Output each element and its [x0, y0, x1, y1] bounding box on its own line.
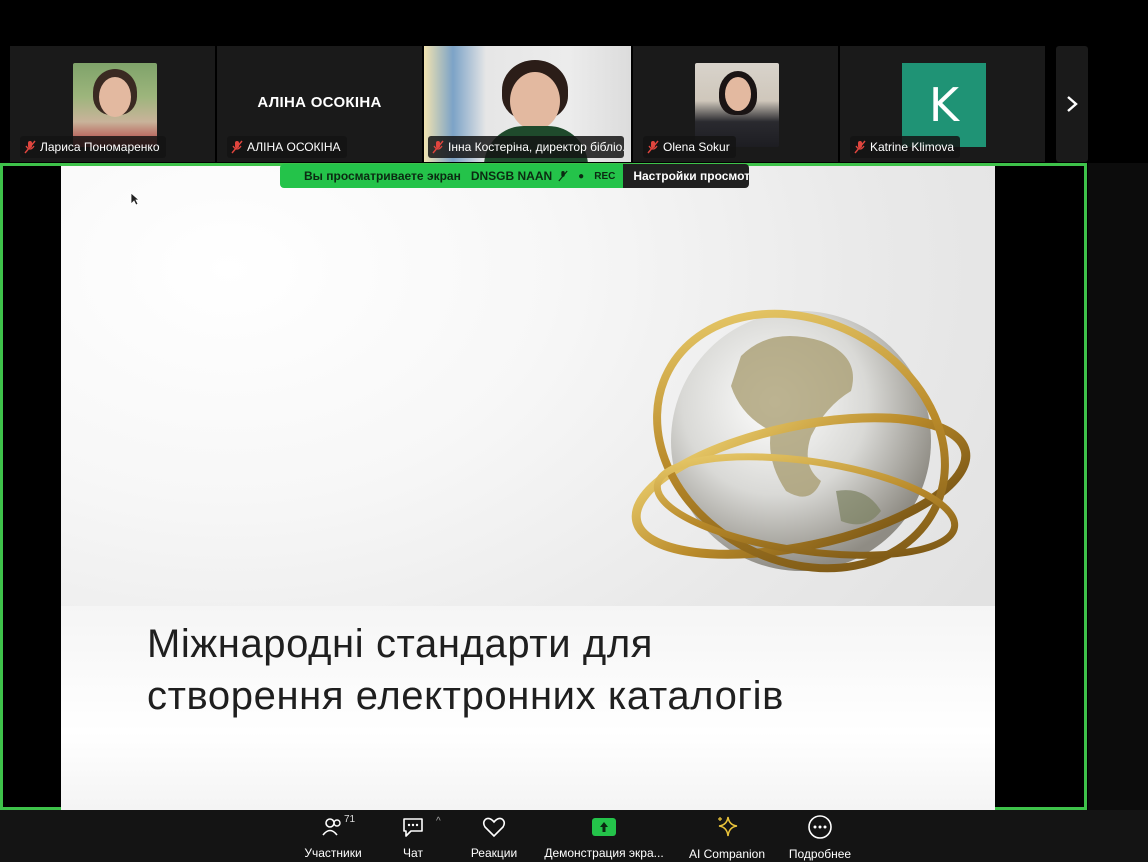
participant-name-bar: Інна Костеріна, директор бібліо... [428, 136, 624, 158]
participants-button[interactable]: 71 Участники [300, 814, 366, 860]
share-screen-label: Демонстрация экра... [544, 846, 664, 860]
globe-illustration [631, 309, 971, 573]
next-page-button[interactable] [1056, 46, 1088, 162]
reactions-button[interactable]: Реакции [466, 814, 522, 860]
view-options-label: Настройки просмотра [633, 169, 750, 183]
participant-name-bar: Katrine Klimova [850, 136, 961, 158]
share-screen-button[interactable]: Демонстрация экра... [542, 814, 666, 860]
participant-name: Лариса Пономаренко [40, 140, 160, 154]
more-icon [808, 815, 832, 839]
participant-display-name: АЛІНА ОСОКІНА [257, 94, 382, 111]
participant-tile[interactable]: Olena Sokur [633, 46, 838, 162]
participants-icon [322, 817, 341, 836]
participant-strip: Лариса Пономаренко АЛІНА ОСОКІНА АЛІНА О… [0, 44, 1148, 162]
participant-name-bar: Лариса Пономаренко [20, 136, 166, 158]
muted-mic-icon [432, 140, 444, 154]
participant-photo [73, 63, 157, 147]
muted-mic-icon [231, 140, 243, 154]
muted-mic-icon [647, 140, 659, 154]
screen-share-banner: Вы просматриваете экран DNSGB NAAN ● REC… [280, 164, 750, 188]
slide-title-line: Міжнародні стандарти для [147, 622, 654, 666]
participant-name: Olena Sokur [663, 140, 730, 154]
chevron-up-icon[interactable]: ^ [436, 816, 441, 827]
chevron-right-icon [1067, 96, 1078, 112]
mouse-cursor-icon [130, 192, 140, 206]
meeting-toolbar: 71 Участники Чат ^ Реакции Демонстрация … [0, 810, 1148, 862]
participant-name-bar: Olena Sokur [643, 136, 736, 158]
ai-companion-label: AI Companion [688, 847, 766, 861]
participant-tile[interactable]: K Katrine Klimova [840, 46, 1045, 162]
participant-photo [695, 63, 779, 147]
participant-name: Інна Костеріна, директор бібліо... [448, 140, 624, 154]
muted-mic-icon [854, 140, 866, 154]
muted-mic-icon [24, 140, 36, 154]
viewing-label: Вы просматриваете экран [304, 169, 461, 183]
viewing-screen-indicator: Вы просматриваете экран DNSGB NAAN ● REC [280, 164, 624, 188]
participant-name: АЛІНА ОСОКІНА [247, 140, 341, 154]
view-options-button[interactable]: Настройки просмотра [623, 164, 750, 188]
chat-icon [403, 817, 423, 837]
ai-companion-button[interactable]: AI Companion [686, 814, 768, 861]
participant-tile[interactable]: АЛІНА ОСОКІНА АЛІНА ОСОКІНА [217, 46, 422, 162]
presentation-slide: Міжнародні стандарти для створення елект… [61, 166, 995, 810]
reactions-icon [482, 817, 506, 837]
avatar: K [902, 63, 986, 147]
participant-tile-active-video[interactable]: Інна Костеріна, директор бібліо... [424, 46, 631, 162]
slide-title: Міжнародні стандарти для створення елект… [147, 618, 784, 722]
participant-name: Katrine Klimova [870, 140, 955, 154]
more-button[interactable]: Подробнее [786, 814, 854, 861]
share-host-name: DNSGB NAAN [470, 169, 553, 183]
ai-companion-icon [718, 816, 738, 837]
chat-label: Чат [403, 846, 423, 860]
participants-count: 71 [344, 814, 356, 825]
participants-label: Участники [304, 846, 362, 860]
rec-label: REC [594, 170, 616, 182]
participant-name-bar: АЛІНА ОСОКІНА [227, 136, 347, 158]
side-gutter [1088, 163, 1148, 810]
chat-button[interactable]: Чат [398, 814, 428, 860]
zoom-meeting-window: Лариса Пономаренко АЛІНА ОСОКІНА АЛІНА О… [0, 0, 1148, 862]
reactions-label: Реакции [470, 846, 518, 860]
record-icon: ● [578, 170, 585, 182]
participant-tile[interactable]: Лариса Пономаренко [10, 46, 215, 162]
more-label: Подробнее [788, 847, 852, 861]
muted-mic-icon [558, 170, 568, 182]
slide-title-line: створення електронних каталогів [147, 674, 784, 718]
share-screen-icon [592, 817, 616, 836]
